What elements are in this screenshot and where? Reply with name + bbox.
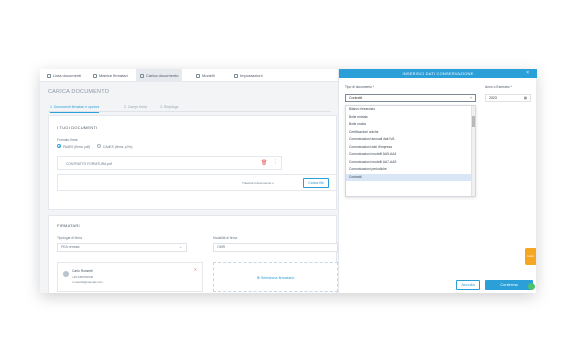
doc-type-select[interactable]: Contratti ˄: [345, 94, 476, 102]
avatar: [63, 271, 69, 277]
option-contratti[interactable]: Contratti: [346, 173, 475, 181]
tab-matrice-firmatari[interactable]: Matrice firmatari: [90, 69, 134, 82]
confirm-button[interactable]: Conferma: [485, 280, 533, 290]
sign-type-label: Tipologia di firma: [57, 236, 82, 240]
help-tab[interactable]: Help: [525, 248, 536, 265]
calendar-icon: ▦: [523, 96, 527, 100]
documents-section-title: I TUOI DOCUMENTI: [57, 125, 98, 130]
settings-icon: [234, 73, 238, 78]
pades-radio[interactable]: [57, 144, 61, 148]
option-comunicazioni-periodiche[interactable]: Comunicazioni periodiche: [346, 166, 475, 174]
doc-type-dropdown: Bilanci d'esercizio Bolle entrata Bolle …: [345, 105, 476, 197]
cades-radio[interactable]: [97, 144, 101, 148]
option-bolle-uscita[interactable]: Bolle uscita: [346, 121, 475, 129]
file-row: CONTRATTO FORNITURA.pdf 🗑 ⋮: [57, 156, 282, 170]
drop-text: Trascina il documento o: [242, 181, 274, 185]
cancel-button[interactable]: Annulla: [456, 280, 480, 290]
option-bilanci[interactable]: Bilanci d'esercizio: [346, 106, 475, 114]
year-label: Anno o Esercizio *: [485, 85, 512, 89]
remove-signer-icon[interactable]: ×: [194, 267, 197, 272]
close-icon[interactable]: ×: [526, 69, 529, 78]
chevron-down-icon: ⌄: [179, 245, 182, 249]
tab-carica-documento[interactable]: Carica documento: [136, 69, 182, 82]
upload-panel: CARICA DOCUMENTO 1. Documenti firmatari …: [42, 85, 338, 293]
trash-icon[interactable]: 🗑: [261, 160, 267, 166]
documents-card: I TUOI DOCUMENTI Formato firma PAdES (fi…: [48, 115, 337, 210]
sign-format-label: Formato firma: [57, 138, 78, 142]
sign-type-select[interactable]: FEA remota ⌄: [57, 243, 187, 252]
step-1[interactable]: 1. Documenti firmatari e opzioni: [50, 103, 100, 113]
step-2[interactable]: 2. Campi firma: [124, 103, 147, 112]
option-comunicazioni-impresa[interactable]: Comunicazioni dati d'impresa: [346, 144, 475, 152]
scrollbar-thumb[interactable]: [471, 116, 475, 127]
option-modelli-aa7-aa9[interactable]: Comunicazioni modelli AA7-AA9: [346, 159, 475, 167]
doc-type-label: Tipo di documento *: [345, 85, 375, 89]
upload-icon: [140, 73, 144, 78]
tab-lista-documenti[interactable]: Lista documenti: [44, 69, 88, 82]
option-certificazioni[interactable]: Certificazioni uniche: [346, 129, 475, 137]
signer-card: Carlo Rossetti +39 3456782345 c.rossetti…: [57, 262, 203, 292]
cades-label: CAdES (firma .p7m): [103, 144, 133, 149]
year-input[interactable]: 2023 ▦: [485, 94, 531, 102]
signer-phone: +39 3456782345: [72, 275, 94, 279]
add-signer-area[interactable]: ⊕ Seleziona firmatario: [213, 262, 338, 292]
sign-mode-select[interactable]: OMR: [213, 243, 338, 252]
sign-mode-label: Modalità di firma: [213, 236, 238, 240]
step-3[interactable]: 3. Riepilogo: [160, 103, 178, 112]
signers-section-title: FIRMATARI: [57, 223, 80, 228]
file-name: CONTRATTO FORNITURA.pdf: [66, 161, 112, 166]
dropdown-scrollbar[interactable]: [471, 106, 475, 196]
stepper: 1. Documenti firmatari e opzioni 2. Camp…: [48, 103, 331, 113]
option-modelli-aa9-aa4[interactable]: Comunicazioni modelli AA9-AA4: [346, 151, 475, 159]
template-icon: [196, 73, 200, 78]
list-icon: [47, 73, 51, 78]
tab-modelli[interactable]: Modelli: [196, 69, 226, 82]
matrix-icon: [93, 73, 97, 78]
more-icon[interactable]: ⋮: [273, 159, 278, 165]
signer-email: c.rossetti@example.com: [72, 280, 103, 284]
signers-card: FIRMATARI Tipologia di firma FEA remota ⌄…: [48, 215, 338, 293]
option-comunicazioni-iva[interactable]: Comunicazioni annuali dati IVA: [346, 136, 475, 144]
pades-label: PAdES (firma .pdf): [63, 144, 91, 149]
upload-file-button[interactable]: Carica file: [303, 178, 329, 188]
page-title: CARICA DOCUMENTO: [48, 89, 110, 95]
conservation-modal: INSERISCI DATI CONSERVAZIONE × Tipo di d…: [338, 69, 537, 293]
status-dot: [528, 283, 535, 290]
signer-name: Carlo Rossetti: [72, 269, 93, 273]
tab-impostazioni[interactable]: Impostazioni: [234, 69, 274, 82]
file-drop-row: Trascina il documento o Carica file: [57, 174, 337, 191]
modal-header: INSERISCI DATI CONSERVAZIONE: [339, 69, 537, 78]
option-bolle-entrata[interactable]: Bolle entrata: [346, 114, 475, 122]
tab-bar: Lista documenti Matrice firmatari Carica…: [40, 69, 338, 82]
chevron-up-icon: ˄: [469, 96, 472, 100]
